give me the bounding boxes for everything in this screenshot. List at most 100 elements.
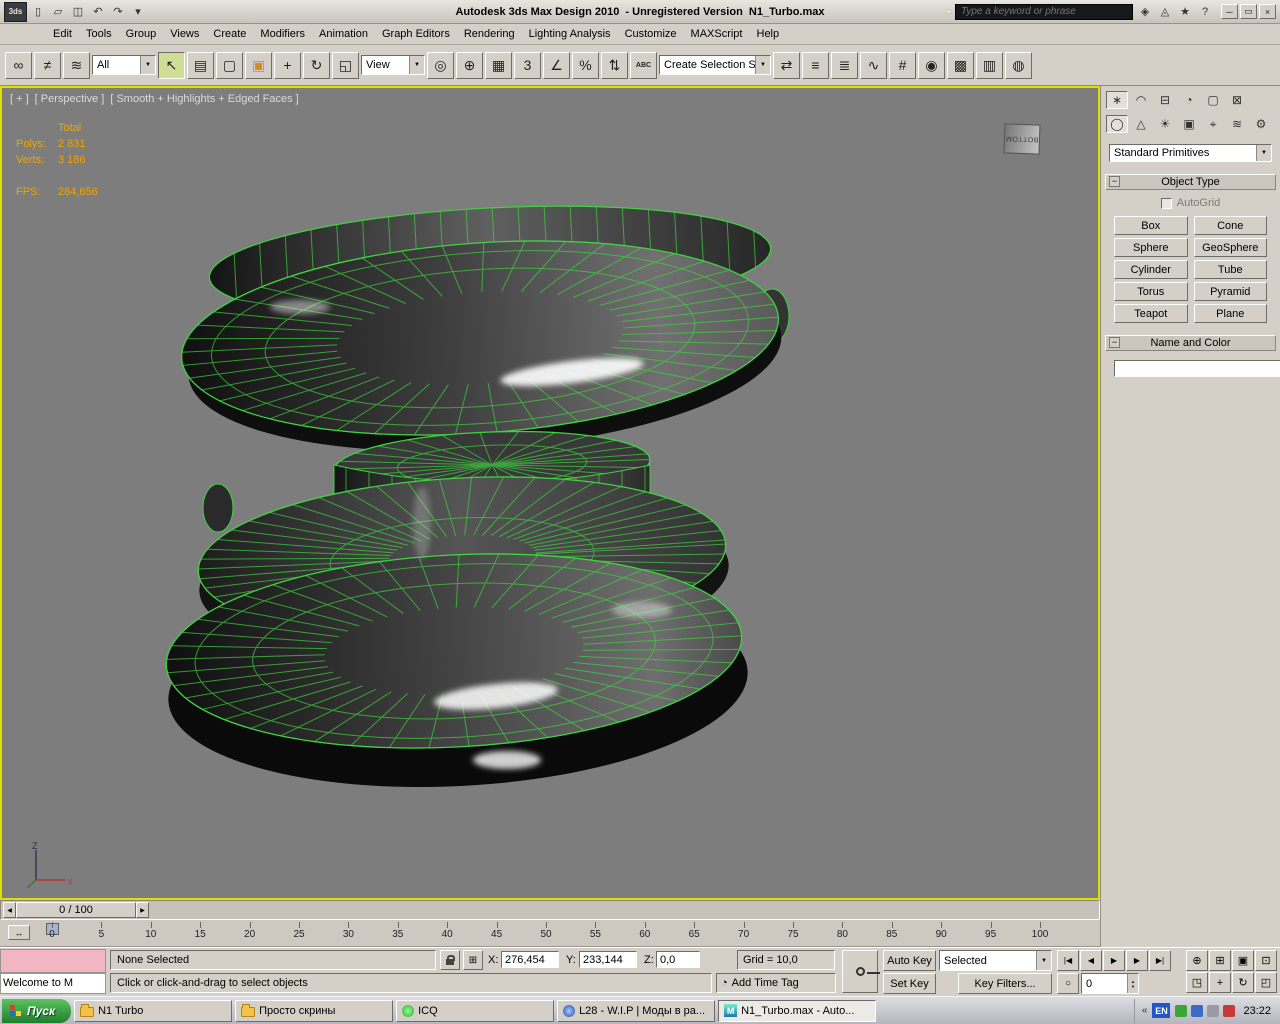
object-type-cone[interactable]: Cone xyxy=(1194,216,1268,235)
geometry-category[interactable]: ◯ xyxy=(1106,115,1128,133)
select-and-uniform-scale[interactable]: ◱ xyxy=(332,52,359,79)
spinner-snap-toggle[interactable]: ⇅ xyxy=(601,52,628,79)
search-go-icon[interactable]: ▸ xyxy=(947,6,952,17)
menu-edit[interactable]: Edit xyxy=(46,25,79,43)
zoom-all-button[interactable]: ⊞ xyxy=(1209,950,1231,971)
material-editor[interactable]: ◉ xyxy=(918,52,945,79)
window-crossing-toggle[interactable]: ▣ xyxy=(245,52,272,79)
time-slider[interactable]: ◀ 0 / 100 ▶ xyxy=(0,900,1100,920)
set-key-button[interactable]: Set Key xyxy=(883,973,936,994)
percent-snap-toggle[interactable]: % xyxy=(572,52,599,79)
communication-center-icon[interactable]: ◬ xyxy=(1156,3,1174,21)
previous-frame-arrow[interactable]: ◀ xyxy=(3,902,16,918)
new-scene-icon[interactable]: ▯ xyxy=(29,3,47,21)
viewport[interactable]: [ + ] [ Perspective ] [ Smooth + Highlig… xyxy=(0,86,1100,900)
schematic-view[interactable]: # xyxy=(889,52,916,79)
object-type-cylinder[interactable]: Cylinder xyxy=(1114,260,1188,279)
auto-key-button[interactable]: Auto Key xyxy=(883,950,936,971)
redo-icon[interactable]: ↷ xyxy=(109,3,127,21)
tray-icon-red[interactable] xyxy=(1223,1005,1235,1017)
object-type-pyramid[interactable]: Pyramid xyxy=(1194,282,1268,301)
z-coord-field[interactable]: 0,0 xyxy=(656,951,700,968)
taskbar-item[interactable]: MN1_Turbo.max - Auto... xyxy=(718,1000,876,1022)
favorites-star-icon[interactable]: ★ xyxy=(1176,3,1194,21)
tray-icon-gray[interactable] xyxy=(1207,1005,1219,1017)
add-time-tag[interactable]: ◔ Add Time Tag xyxy=(716,973,836,993)
menu-tools[interactable]: Tools xyxy=(79,25,119,43)
object-type-geosphere[interactable]: GeoSphere xyxy=(1194,238,1268,257)
object-type-sphere[interactable]: Sphere xyxy=(1114,238,1188,257)
open-file-icon[interactable]: ▱ xyxy=(49,3,67,21)
tray-chevron-icon[interactable]: « xyxy=(1142,1005,1148,1016)
menu-group[interactable]: Group xyxy=(119,25,164,43)
menu-rendering[interactable]: Rendering xyxy=(457,25,522,43)
zoom-button[interactable]: ⊕ xyxy=(1186,950,1208,971)
go-to-end-button[interactable]: ▶| xyxy=(1149,950,1171,971)
zoom-extents-all-button[interactable]: ⊡ xyxy=(1255,950,1277,971)
object-type-box[interactable]: Box xyxy=(1114,216,1188,235)
select-and-move[interactable]: + xyxy=(274,52,301,79)
set-keys-button[interactable] xyxy=(842,950,878,993)
menu-graph-editors[interactable]: Graph Editors xyxy=(375,25,457,43)
display-tab[interactable]: ▢ xyxy=(1202,91,1224,109)
object-type-tube[interactable]: Tube xyxy=(1194,260,1268,279)
hierarchy-tab[interactable]: ⊟ xyxy=(1154,91,1176,109)
rectangular-selection-region[interactable]: ▢ xyxy=(216,52,243,79)
select-by-name[interactable]: ▤ xyxy=(187,52,214,79)
motion-tab[interactable]: ◔ xyxy=(1178,91,1200,109)
bind-to-space-warp[interactable]: ≋ xyxy=(63,52,90,79)
selection-filter-dropdown[interactable]: All▼ xyxy=(92,55,156,75)
open-mini-track-bar[interactable]: ↔ xyxy=(8,925,30,940)
quick-access-more-icon[interactable]: ▾ xyxy=(129,3,147,21)
next-frame-button[interactable]: ▶ xyxy=(1126,950,1148,971)
menu-create[interactable]: Create xyxy=(206,25,253,43)
align[interactable]: ≡ xyxy=(802,52,829,79)
help-icon[interactable]: ? xyxy=(1196,3,1214,21)
zoom-region-button[interactable]: ◳ xyxy=(1186,972,1208,993)
maxscript-mini-listener[interactable]: Welcome to M xyxy=(0,973,106,994)
lights-category[interactable]: ☀ xyxy=(1154,115,1176,133)
modify-tab[interactable]: ◠ xyxy=(1130,91,1152,109)
current-frame-field[interactable]: 0 ▲▼ xyxy=(1081,973,1139,994)
previous-frame-button[interactable]: ◀ xyxy=(1080,950,1102,971)
viewport-view-label[interactable]: [ Perspective ] xyxy=(35,93,105,105)
taskbar-item[interactable]: N1 Turbo xyxy=(74,1000,232,1022)
save-file-icon[interactable]: ◫ xyxy=(69,3,87,21)
taskbar-item[interactable]: ICQ xyxy=(396,1000,554,1022)
tray-icon-green[interactable] xyxy=(1175,1005,1187,1017)
select-and-manipulate[interactable]: ⊕ xyxy=(456,52,483,79)
name-and-color-rollout[interactable]: − Name and Color xyxy=(1105,335,1276,351)
use-pivot-point-center[interactable]: ◎ xyxy=(427,52,454,79)
taskbar-item[interactable]: Просто скрины xyxy=(235,1000,393,1022)
application-menu-logo[interactable]: 3ds xyxy=(4,2,27,22)
select-object[interactable]: ↖ xyxy=(158,52,185,79)
shapes-category[interactable]: △ xyxy=(1130,115,1152,133)
go-to-start-button[interactable]: |◀ xyxy=(1057,950,1079,971)
keyboard-shortcut-override-toggle[interactable]: ▦ xyxy=(485,52,512,79)
menu-modifiers[interactable]: Modifiers xyxy=(253,25,312,43)
unlink-selection[interactable]: ≠ xyxy=(34,52,61,79)
rendered-frame-window[interactable]: ▥ xyxy=(976,52,1003,79)
menu-views[interactable]: Views xyxy=(163,25,206,43)
y-coord-field[interactable]: 233,144 xyxy=(579,951,637,968)
orbit-button[interactable]: ↻ xyxy=(1232,972,1254,993)
menu-customize[interactable]: Customize xyxy=(618,25,684,43)
infocenter-search-icon[interactable]: ◈ xyxy=(1136,3,1154,21)
utilities-tab[interactable]: ⊠ xyxy=(1226,91,1248,109)
viewport-menu-plus[interactable]: [ + ] xyxy=(10,93,29,105)
play-button[interactable]: ▶ xyxy=(1103,950,1125,971)
frame-spinner[interactable]: ▲▼ xyxy=(1127,974,1138,993)
absolute-offset-toggle[interactable]: ⊞ xyxy=(463,950,483,970)
systems-category[interactable]: ⚙ xyxy=(1250,115,1272,133)
taskbar-item[interactable]: L28 - W.I.P | Моды в ра... xyxy=(557,1000,715,1022)
menu-help[interactable]: Help xyxy=(750,25,787,43)
viewport-shading-label[interactable]: [ Smooth + Highlights + Edged Faces ] xyxy=(110,93,298,105)
object-type-rollout[interactable]: − Object Type xyxy=(1105,174,1276,190)
reference-coordinate-system-dropdown[interactable]: View▼ xyxy=(361,55,425,75)
render-setup[interactable]: ▩ xyxy=(947,52,974,79)
layer-manager[interactable]: ≣ xyxy=(831,52,858,79)
maximize-viewport-button[interactable]: ◰ xyxy=(1255,972,1277,993)
object-type-plane[interactable]: Plane xyxy=(1194,304,1268,323)
timeline-ruler[interactable]: ↔ 05101520253035404550556065707580859095… xyxy=(0,920,1100,947)
object-type-teapot[interactable]: Teapot xyxy=(1114,304,1188,323)
